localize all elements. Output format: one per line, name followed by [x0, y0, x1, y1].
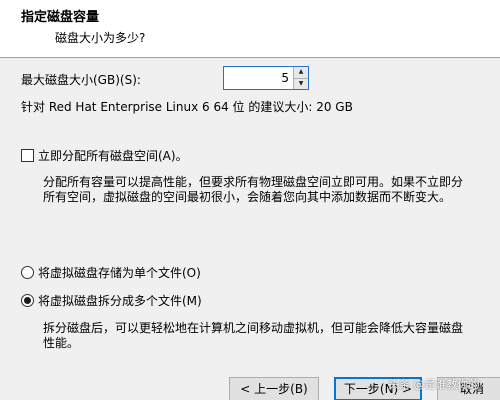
allocate-all-checkbox[interactable] — [21, 149, 34, 162]
multiple-files-description-line2: 性能。 — [43, 336, 80, 350]
multiple-files-description-line1: 拆分磁盘后，可以更轻松地在计算机之间移动虚拟机，但可能会降低大容量磁盘 — [43, 321, 464, 335]
header-title: 指定磁盘容量 — [21, 10, 100, 25]
multiple-files-radio-row[interactable]: 将虚拟磁盘拆分成多个文件(M) — [21, 292, 202, 309]
spin-up-icon[interactable]: ▲ — [294, 67, 308, 79]
spin-down-icon[interactable]: ▼ — [294, 78, 308, 89]
allocate-description-line1: 分配所有容量可以提高性能，但要求所有物理磁盘空间立即可用。如果不立即分 — [43, 175, 464, 189]
disk-size-spinner[interactable]: 5 ▲ ▼ — [223, 66, 309, 90]
allocate-all-label[interactable]: 立即分配所有磁盘空间(A)。 — [38, 147, 188, 164]
watermark-text: 头条 @是谁教你的 — [388, 378, 480, 391]
disk-size-input[interactable]: 5 — [224, 67, 293, 89]
spin-buttons: ▲ ▼ — [293, 67, 308, 89]
multiple-files-label[interactable]: 将虚拟磁盘拆分成多个文件(M) — [38, 292, 202, 309]
multiple-files-radio[interactable] — [21, 294, 34, 307]
single-file-radio-row[interactable]: 将虚拟磁盘存储为单个文件(O) — [21, 264, 201, 281]
allocate-description: 分配所有容量可以提高性能，但要求所有物理磁盘空间立即可用。如果不立即分 所有空间… — [43, 175, 463, 205]
recommended-size-text: 针对 Red Hat Enterprise Linux 6 64 位 的建议大小… — [21, 100, 353, 114]
disk-size-label: 最大磁盘大小(GB)(S): — [21, 73, 141, 87]
single-file-radio[interactable] — [21, 266, 34, 279]
single-file-label[interactable]: 将虚拟磁盘存储为单个文件(O) — [38, 264, 201, 281]
allocate-description-line2: 所有空间，虚拟磁盘的空间最初很小，会随着您向其中添加数据而不断变大。 — [43, 190, 452, 204]
dialog-header: 指定磁盘容量 磁盘大小为多少? — [0, 0, 500, 58]
allocate-all-checkbox-row[interactable]: 立即分配所有磁盘空间(A)。 — [21, 147, 188, 164]
multiple-files-description: 拆分磁盘后，可以更轻松地在计算机之间移动虚拟机，但可能会降低大容量磁盘 性能。 — [43, 321, 463, 351]
previous-button[interactable]: < 上一步(B) — [229, 377, 319, 400]
header-subtitle: 磁盘大小为多少? — [55, 31, 146, 45]
